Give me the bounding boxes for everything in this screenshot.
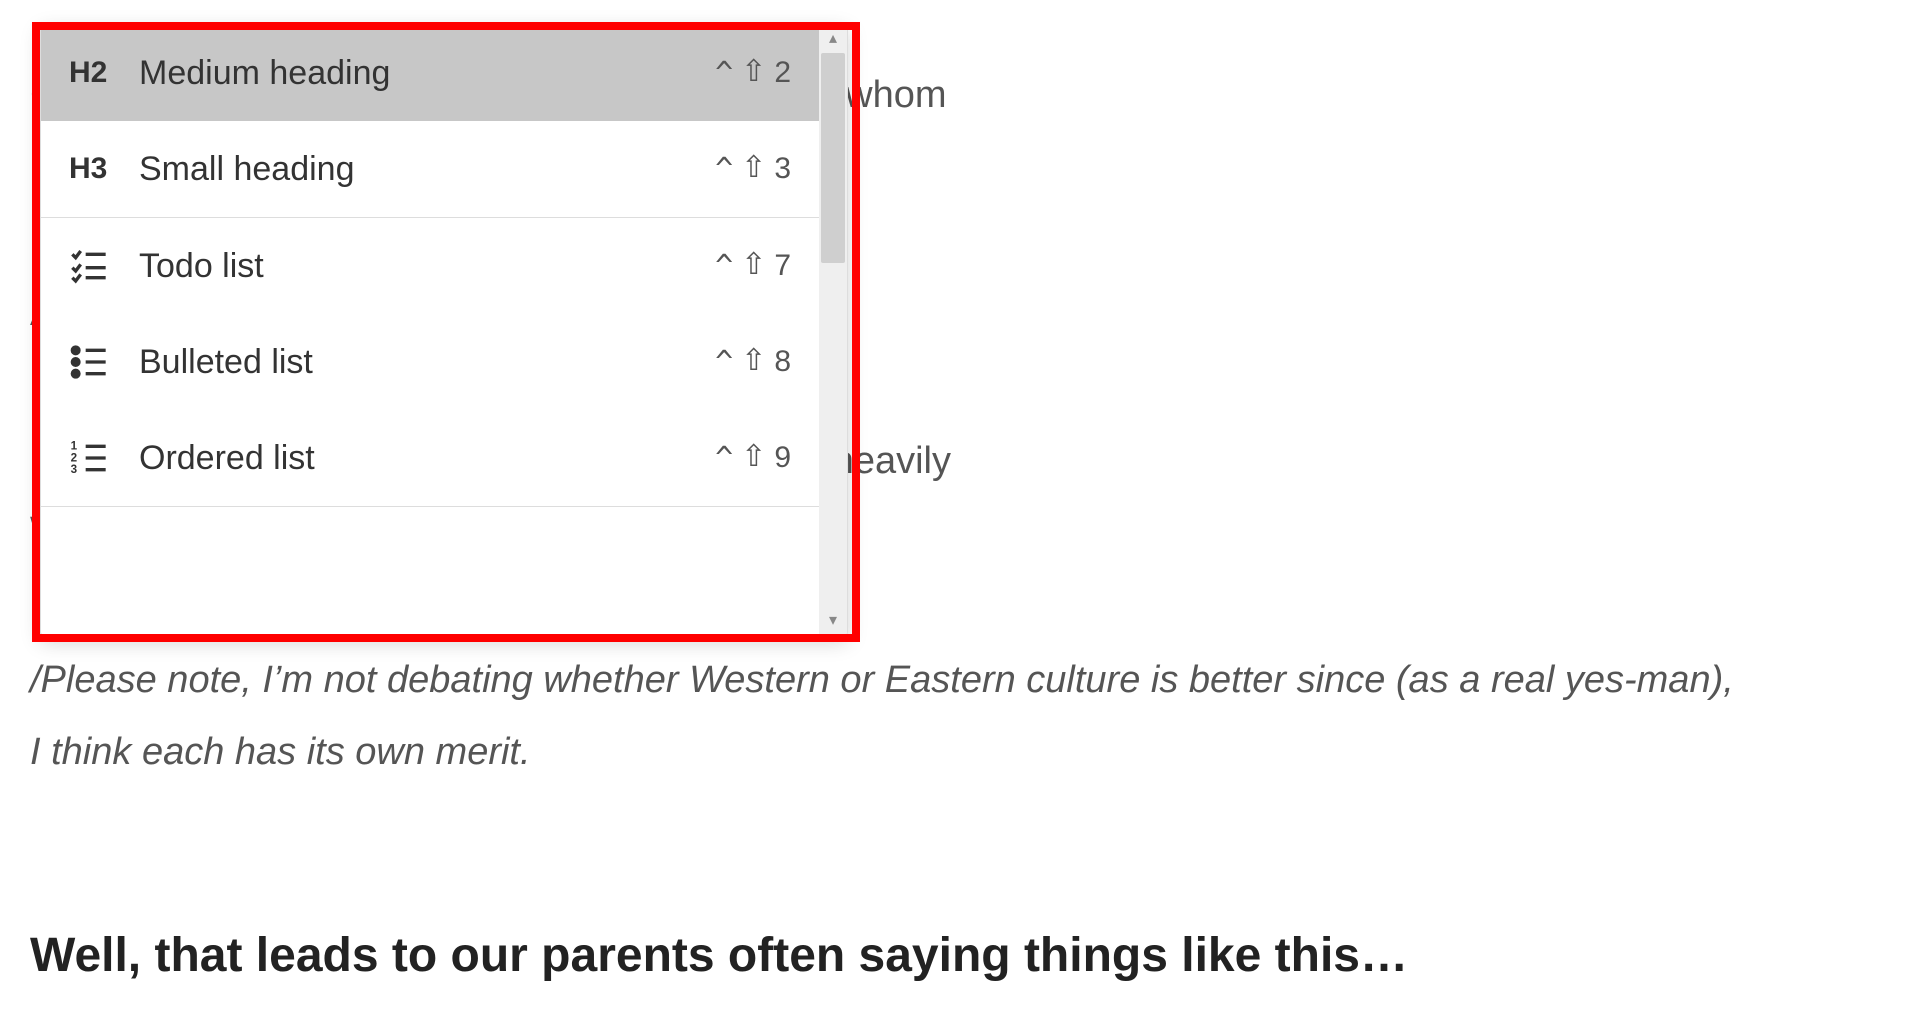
menu-item-shortcut: ^ ⇧ 2 (715, 56, 791, 91)
scroll-down-icon[interactable]: ▾ (819, 607, 847, 635)
menu-item-medium-heading[interactable]: H2 Medium heading ^ ⇧ 2 (41, 25, 819, 121)
menu-item-label: Ordered list (127, 439, 715, 478)
shortcut-number: 8 (774, 345, 791, 379)
menu-item-label: Small heading (127, 150, 715, 189)
ctrl-icon: ^ (715, 249, 733, 284)
shift-icon: ⇧ (741, 150, 766, 185)
scroll-up-icon[interactable]: ▴ (819, 25, 847, 53)
menu-item-shortcut: ^ ⇧ 8 (715, 345, 791, 380)
ctrl-icon: ^ (715, 152, 733, 187)
h3-icon: H3 (69, 152, 127, 186)
shortcut-number: 3 (774, 152, 791, 186)
menu-item-label: Medium heading (127, 54, 715, 93)
ctrl-icon: ^ (715, 441, 733, 476)
todo-list-icon (69, 246, 127, 286)
menu-item-small-heading[interactable]: H3 Small heading ^ ⇧ 3 (41, 121, 819, 217)
shortcut-number: 7 (774, 249, 791, 283)
ordered-list-icon: 1 2 3 (69, 438, 127, 478)
text-line: /Please note, I’m not debating whether W… (30, 659, 1734, 701)
block-type-menu[interactable]: H2 Medium heading ^ ⇧ 2 H3 Small heading… (40, 24, 848, 636)
menu-item-shortcut: ^ ⇧ 9 (715, 441, 791, 476)
shift-icon: ⇧ (741, 54, 766, 89)
section-heading: Well, that leads to our parents often sa… (30, 928, 1890, 983)
shift-icon: ⇧ (741, 439, 766, 474)
menu-item-label: Todo list (127, 247, 715, 286)
block-type-menu-list: H2 Medium heading ^ ⇧ 2 H3 Small heading… (41, 25, 819, 635)
scroll-thumb[interactable] (821, 53, 845, 263)
paragraph-note-italic: /Please note, I’m not debating whether W… (30, 644, 1890, 788)
h2-icon: H2 (69, 56, 127, 90)
shortcut-number: 2 (774, 56, 791, 90)
bulleted-list-icon (69, 342, 127, 382)
shift-icon: ⇧ (741, 247, 766, 282)
menu-item-bulleted-list[interactable]: Bulleted list ^ ⇧ 8 (41, 314, 819, 410)
ctrl-icon: ^ (715, 345, 733, 380)
shortcut-number: 9 (774, 441, 791, 475)
menu-item-todo-list[interactable]: Todo list ^ ⇧ 7 (41, 218, 819, 314)
menu-scrollbar[interactable]: ▴ ▾ (819, 25, 847, 635)
menu-item-shortcut: ^ ⇧ 7 (715, 249, 791, 284)
svg-text:3: 3 (71, 463, 78, 476)
menu-item-ordered-list[interactable]: 1 2 3 Ordered list ^ ⇧ 9 (41, 410, 819, 506)
menu-item-label: Bulleted list (127, 343, 715, 382)
menu-item-shortcut: ^ ⇧ 3 (715, 152, 791, 187)
ctrl-icon: ^ (715, 56, 733, 91)
text-line: I think each has its own merit. (30, 731, 531, 773)
menu-divider (41, 506, 819, 507)
shift-icon: ⇧ (741, 343, 766, 378)
